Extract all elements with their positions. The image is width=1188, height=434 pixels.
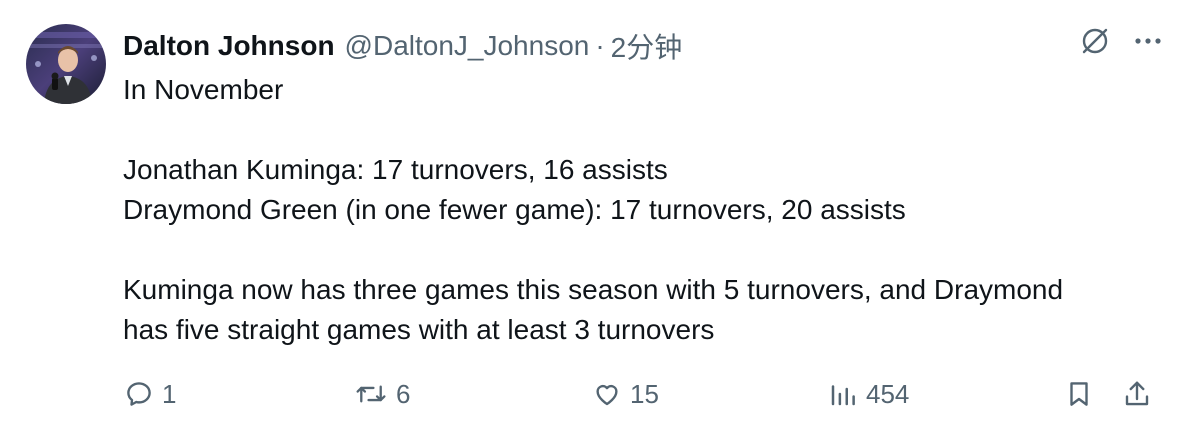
text-line: Draymond Green (in one fewer game): 17 t… bbox=[123, 194, 906, 225]
share-button[interactable] bbox=[1122, 379, 1152, 409]
grok-icon[interactable] bbox=[1078, 24, 1112, 58]
text-line: has five straight games with at least 3 … bbox=[123, 314, 715, 345]
text-line: Jonathan Kuminga: 17 turnovers, 16 assis… bbox=[123, 154, 668, 185]
author-name[interactable]: Dalton Johnson bbox=[123, 30, 335, 62]
paragraph-break bbox=[123, 110, 1163, 150]
more-icon[interactable] bbox=[1134, 36, 1162, 46]
reply-button[interactable]: 1 bbox=[124, 379, 176, 410]
author-handle[interactable]: @DaltonJ_Johnson bbox=[345, 30, 590, 62]
repost-count: 6 bbox=[396, 378, 411, 409]
paragraph-break bbox=[123, 230, 1163, 270]
top-actions bbox=[1078, 24, 1162, 58]
like-count: 15 bbox=[630, 378, 659, 409]
reply-count: 1 bbox=[162, 378, 177, 409]
like-button[interactable]: 15 bbox=[592, 379, 659, 410]
views-button[interactable]: 454 bbox=[828, 379, 909, 410]
avatar-image bbox=[26, 24, 106, 104]
bookmark-button[interactable] bbox=[1064, 379, 1094, 409]
timestamp[interactable]: 2分钟 bbox=[611, 26, 683, 66]
action-bar: 1 6 15 454 bbox=[118, 372, 1164, 416]
views-count: 454 bbox=[866, 378, 910, 409]
text-line: Kuminga now has three games this season … bbox=[123, 274, 1064, 305]
repost-button[interactable]: 6 bbox=[354, 379, 410, 410]
tweet-card[interactable]: Dalton Johnson @DaltonJ_Johnson · 2分钟 In… bbox=[0, 0, 1188, 434]
like-icon bbox=[596, 385, 618, 406]
share-icon bbox=[1125, 381, 1149, 406]
views-icon bbox=[831, 385, 855, 406]
tweet-header: Dalton Johnson @DaltonJ_Johnson · 2分钟 bbox=[123, 26, 682, 66]
avatar[interactable] bbox=[26, 24, 106, 104]
text-line: In November bbox=[123, 74, 284, 105]
reply-icon bbox=[127, 382, 151, 406]
tweet-text: In November Jonathan Kuminga: 17 turnove… bbox=[123, 70, 1163, 350]
separator-dot: · bbox=[595, 30, 605, 61]
bookmark-icon bbox=[1070, 382, 1088, 406]
repost-icon bbox=[356, 385, 386, 403]
